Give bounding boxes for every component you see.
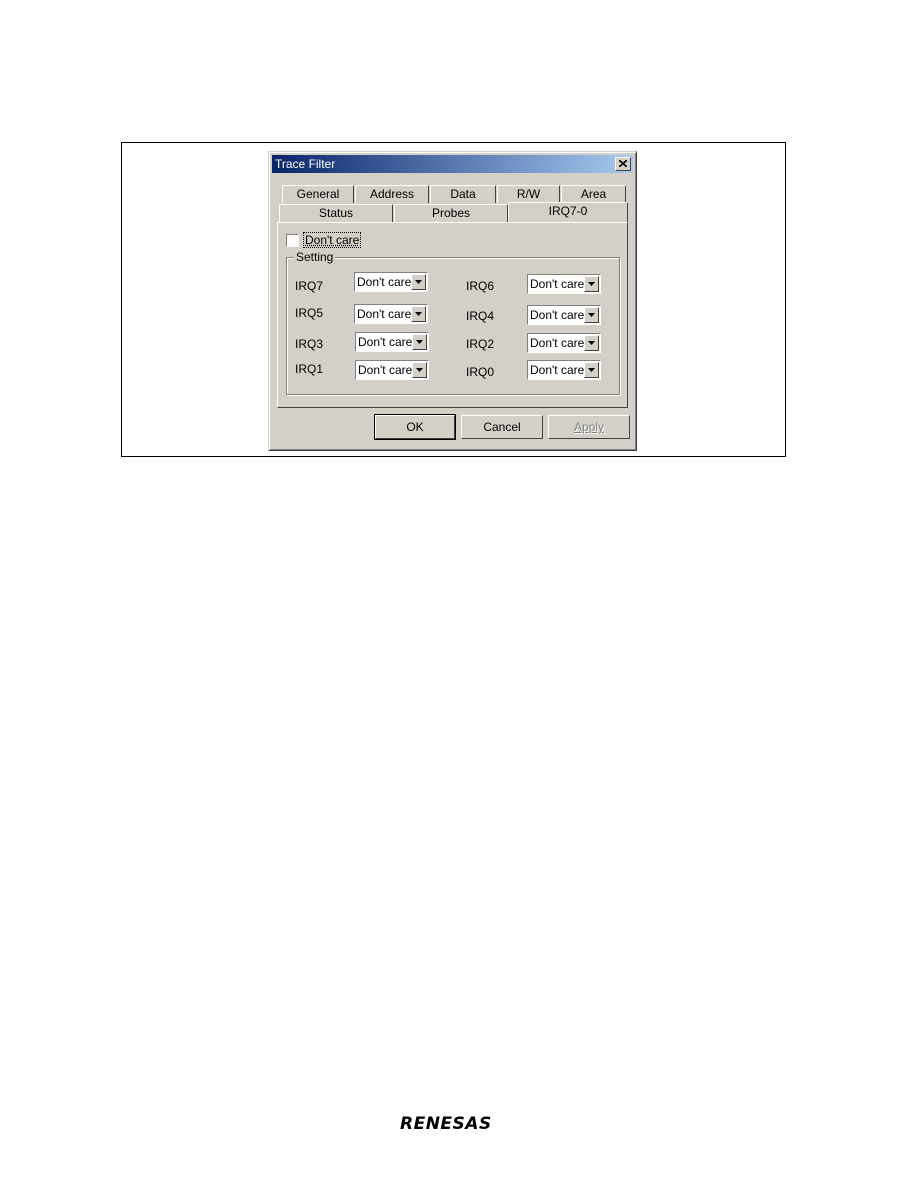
tab-label: Probes [431, 206, 471, 220]
close-icon [619, 160, 627, 167]
irq0-value: Don't care [530, 363, 585, 377]
chevron-down-icon [416, 368, 423, 372]
dropdown-button[interactable] [584, 335, 599, 351]
irq1-value: Don't care [358, 363, 413, 377]
tab-label: Area [580, 187, 607, 201]
irq1-label: IRQ1 [295, 362, 324, 376]
chevron-down-icon [588, 282, 595, 286]
cancel-label: Cancel [483, 420, 521, 434]
tab-general[interactable]: General [282, 185, 354, 203]
title-bar: Trace Filter [272, 155, 633, 173]
irq5-label: IRQ5 [295, 306, 324, 320]
tab-label: Address [369, 187, 415, 201]
chevron-down-icon [415, 280, 422, 284]
irq1-select[interactable]: Don't care [355, 360, 429, 380]
tab-rw[interactable]: R/W [497, 185, 560, 203]
tab-label: R/W [516, 187, 541, 201]
tab-irq7-0[interactable]: IRQ7-0 [508, 202, 628, 222]
dropdown-button[interactable] [584, 362, 599, 378]
chevron-down-icon [416, 340, 423, 344]
irq3-label: IRQ3 [295, 337, 324, 351]
irq6-select[interactable]: Don't care [527, 274, 601, 294]
chevron-down-icon [588, 313, 595, 317]
irq7-select[interactable]: Don't care [354, 272, 428, 292]
irq4-select[interactable]: Don't care [527, 305, 601, 325]
dropdown-button[interactable] [412, 362, 427, 378]
irq4-value: Don't care [530, 308, 585, 322]
apply-label: Apply [573, 420, 605, 434]
ok-label: OK [406, 420, 424, 434]
tab-label: Status [318, 206, 354, 220]
irq4-label: IRQ4 [466, 309, 495, 323]
tab-label: General [296, 187, 340, 201]
chevron-down-icon [415, 312, 422, 316]
tab-area[interactable]: Area [561, 185, 626, 203]
chevron-down-icon [588, 368, 595, 372]
apply-button[interactable]: Apply [548, 415, 630, 439]
dont-care-label[interactable]: Don't care [302, 232, 362, 248]
dropdown-button[interactable] [412, 334, 427, 350]
logo-text: RENESAS [400, 1114, 492, 1134]
trace-filter-dialog: Trace Filter General Address Data R/W Ar… [268, 151, 637, 451]
renesas-logo: RENESAS [400, 1114, 492, 1134]
irq7-label: IRQ7 [295, 279, 324, 293]
dropdown-button[interactable] [411, 274, 426, 290]
tab-data[interactable]: Data [430, 185, 496, 203]
irq0-label: IRQ0 [466, 365, 495, 379]
tab-address[interactable]: Address [355, 185, 429, 203]
irq0-select[interactable]: Don't care [527, 360, 601, 380]
irq5-value: Don't care [357, 307, 412, 321]
dropdown-button[interactable] [584, 276, 599, 292]
irq2-value: Don't care [530, 336, 585, 350]
tab-probes[interactable]: Probes [394, 204, 508, 222]
irq6-value: Don't care [530, 277, 585, 291]
irq6-label: IRQ6 [466, 279, 495, 293]
irq3-select[interactable]: Don't care [355, 332, 429, 352]
tab-label: Data [450, 187, 476, 201]
dont-care-checkbox[interactable] [286, 234, 299, 247]
tab-label: IRQ7-0 [548, 204, 588, 218]
tab-status[interactable]: Status [279, 204, 393, 222]
irq2-label: IRQ2 [466, 337, 495, 351]
irq2-select[interactable]: Don't care [527, 333, 601, 353]
dropdown-button[interactable] [584, 307, 599, 323]
close-button[interactable] [615, 157, 631, 171]
dialog-title: Trace Filter [275, 157, 336, 171]
irq7-value: Don't care [357, 275, 412, 289]
irq5-select[interactable]: Don't care [354, 304, 428, 324]
cancel-button[interactable]: Cancel [461, 415, 543, 439]
setting-group-title: Setting [294, 250, 336, 264]
ok-button[interactable]: OK [374, 414, 456, 440]
dropdown-button[interactable] [411, 306, 426, 322]
chevron-down-icon [588, 341, 595, 345]
irq3-value: Don't care [358, 335, 413, 349]
